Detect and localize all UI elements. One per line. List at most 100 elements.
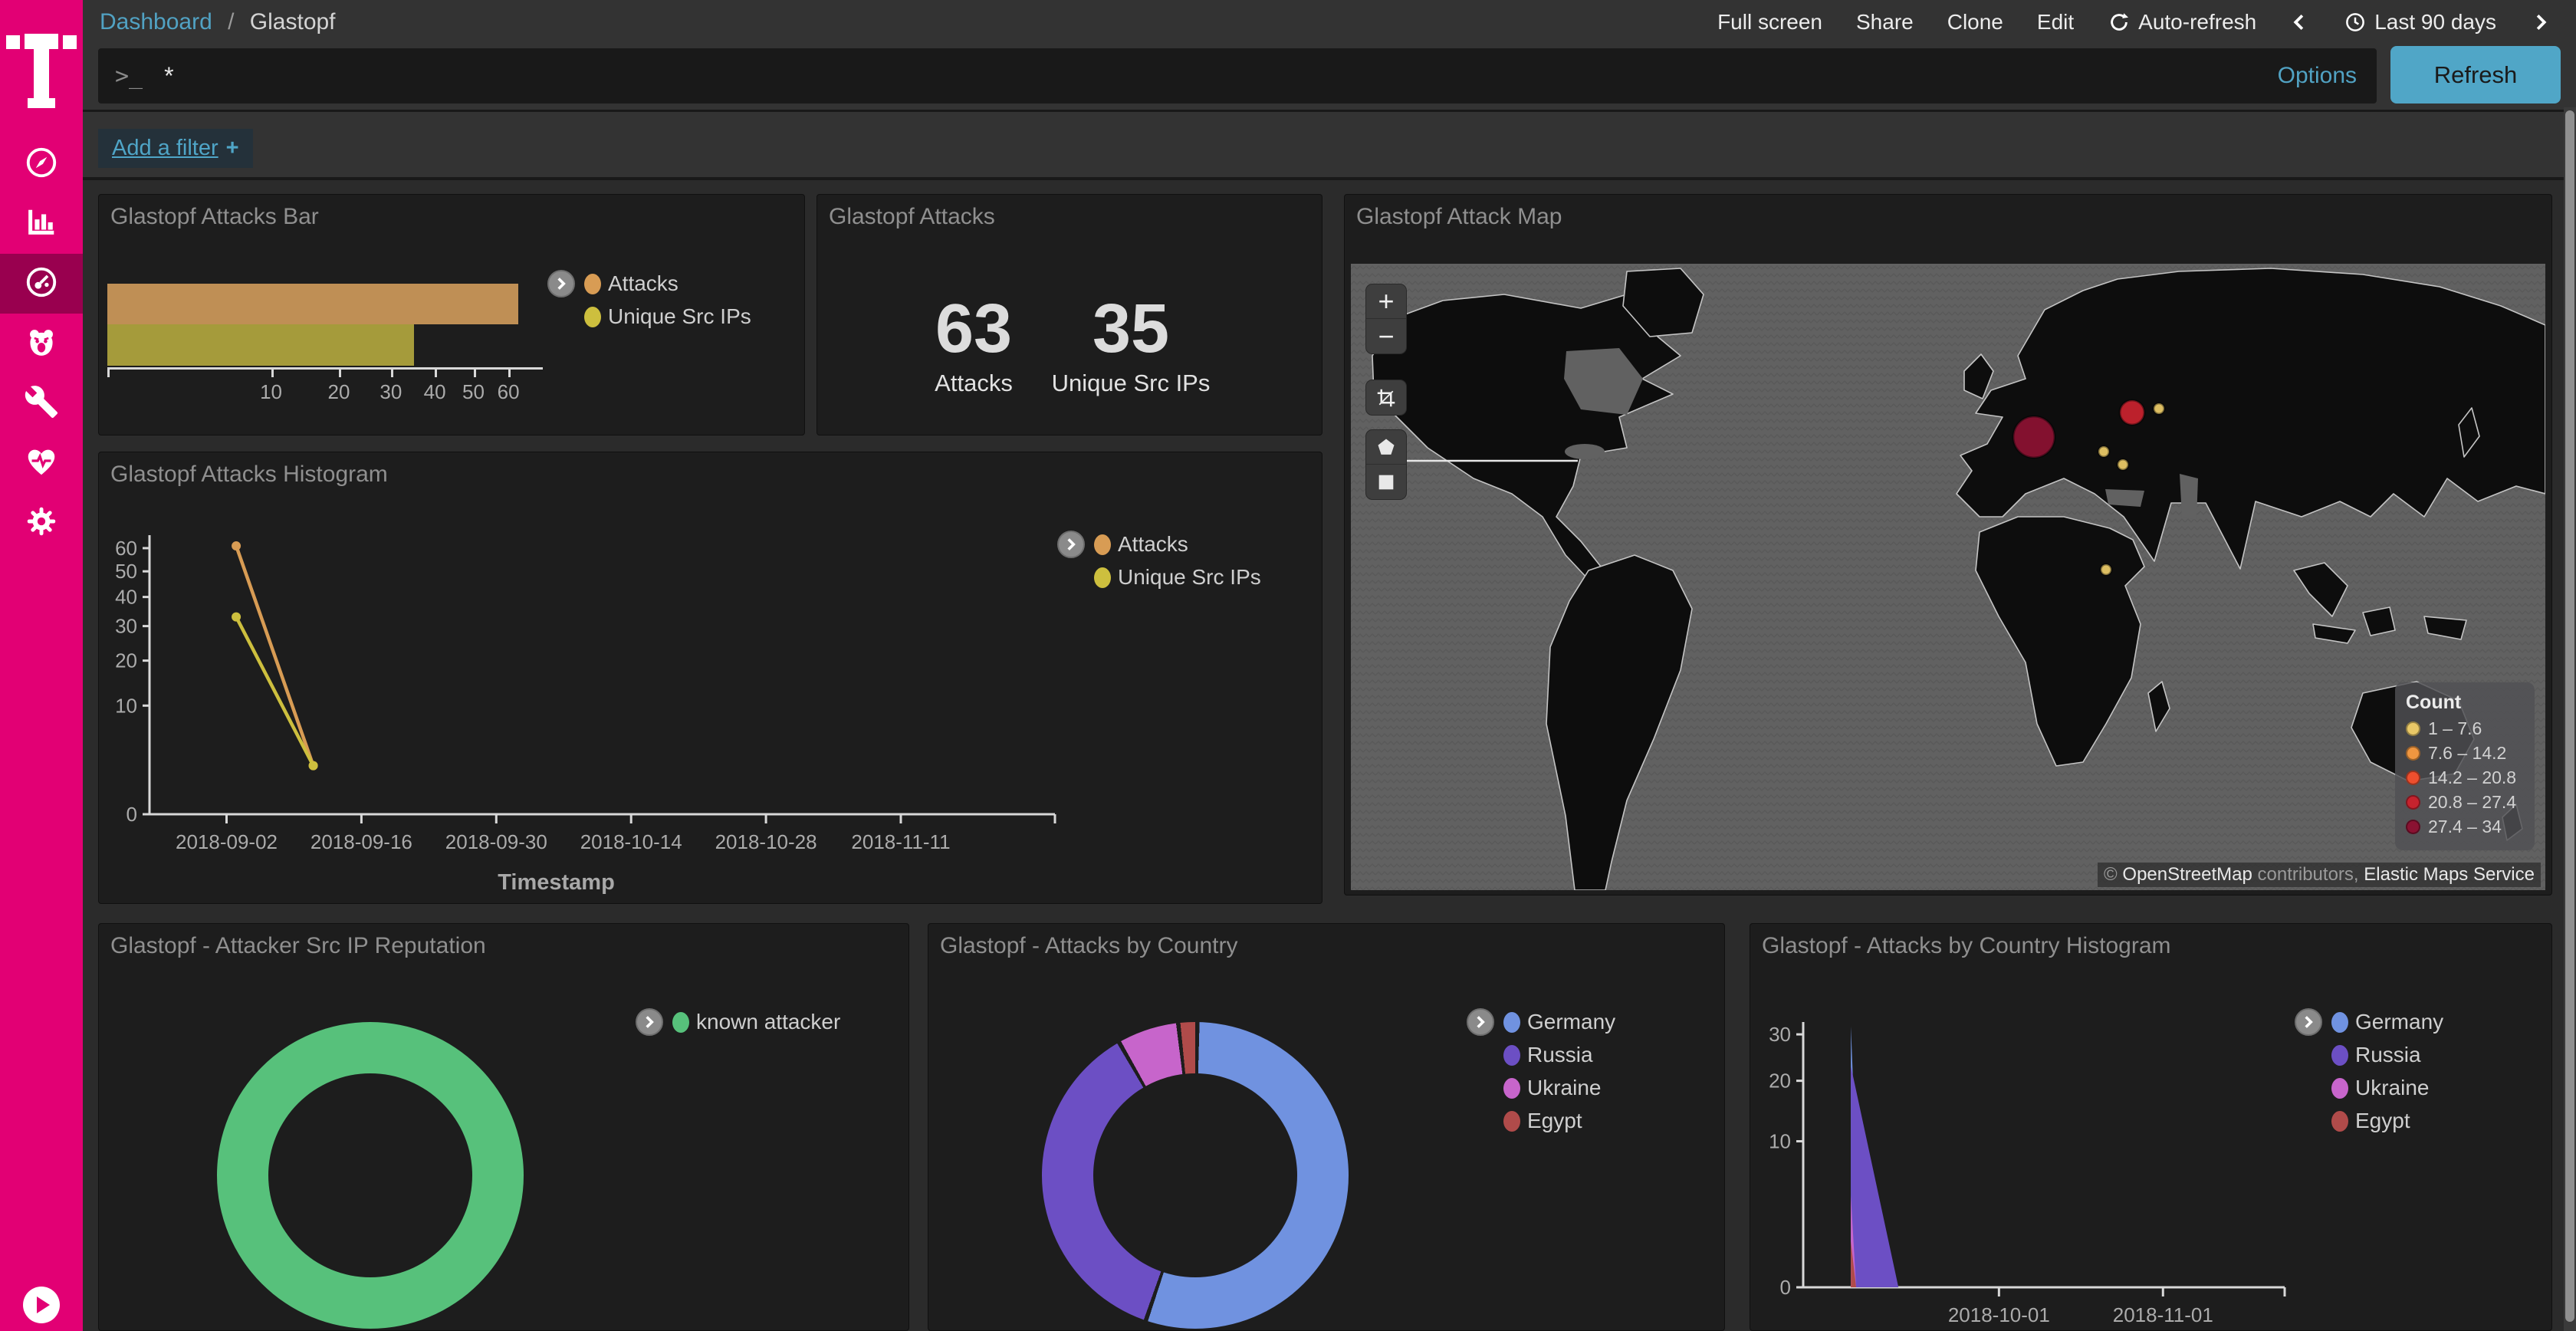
map-fit-control	[1366, 380, 1406, 415]
time-picker-button[interactable]: Last 90 days	[2344, 10, 2496, 35]
map-legend-range-label: 20.8 – 27.4	[2428, 792, 2516, 813]
header-divider	[83, 177, 2576, 180]
sidebar-item-discover[interactable]	[0, 134, 83, 194]
auto-refresh-button[interactable]: Auto-refresh	[2108, 10, 2256, 35]
legend-item-russia[interactable]: Russia	[1503, 1043, 1615, 1067]
legend-toggle-chevron-icon[interactable]	[2295, 1008, 2322, 1036]
sidebar-item-monitoring[interactable]	[0, 433, 83, 493]
legend-color-dot	[584, 307, 601, 327]
legend-item-unique-src-ips[interactable]: Unique Src IPs	[1094, 565, 1261, 590]
query-bar[interactable]: >_ * Options	[98, 48, 2377, 104]
breadcrumb-current: Glastopf	[250, 9, 336, 35]
map-legend-item: 1 – 7.6	[2406, 718, 2524, 739]
legend-items: Germany Russia Ukraine Egypt	[2331, 1010, 2443, 1133]
compass-icon	[24, 145, 59, 184]
share-button[interactable]: Share	[1856, 10, 1914, 35]
time-back-button[interactable]	[2290, 12, 2310, 32]
scrollbar-thumb[interactable]	[2565, 110, 2574, 1322]
page-scrollbar[interactable]	[2564, 107, 2576, 1331]
legend-item-germany[interactable]: Germany	[2331, 1010, 2443, 1034]
donut-chart[interactable]	[217, 1022, 524, 1329]
sidebar-item-timelion[interactable]	[0, 314, 83, 373]
svg-text:2018-11-01: 2018-11-01	[2113, 1303, 2213, 1326]
svg-text:10: 10	[1769, 1130, 1791, 1153]
openstreetmap-link[interactable]: OpenStreetMap	[2122, 864, 2252, 885]
breadcrumb-dashboard-link[interactable]: Dashboard	[100, 9, 212, 35]
svg-text:0: 0	[1780, 1276, 1791, 1299]
map-attribution: © OpenStreetMap contributors, Elastic Ma…	[2098, 863, 2541, 887]
legend-toggle-chevron-icon[interactable]	[1057, 531, 1085, 558]
legend-items: Attacks Unique Src IPs	[584, 271, 751, 329]
telekom-logo-dot	[63, 35, 77, 49]
legend-item-ukraine[interactable]: Ukraine	[1503, 1076, 1615, 1100]
sidebar-item-visualize[interactable]	[0, 194, 83, 254]
data-point[interactable]	[232, 541, 241, 550]
sidebar-expand-button[interactable]	[23, 1287, 60, 1323]
svg-text:60: 60	[115, 537, 137, 560]
data-point[interactable]	[232, 613, 241, 622]
add-filter-button[interactable]: Add a filter+	[98, 129, 253, 168]
elastic-maps-service-link[interactable]: Elastic Maps Service	[2364, 864, 2535, 885]
x-axis-tick	[474, 367, 476, 377]
legend-item-egypt[interactable]: Egypt	[2331, 1109, 2443, 1133]
area-series-russia[interactable]	[1851, 1066, 1898, 1287]
legend-toggle-chevron-icon[interactable]	[1467, 1008, 1494, 1036]
sidebar-item-dev-tools[interactable]	[0, 373, 83, 433]
panel-title: Glastopf - Attacks by Country	[940, 933, 1238, 959]
full-screen-button[interactable]: Full screen	[1717, 10, 1822, 35]
world-map-canvas[interactable]: + − Count 1 – 7.67.6 – 14.214.2 – 20.820…	[1351, 264, 2545, 890]
edit-button[interactable]: Edit	[2037, 10, 2074, 35]
map-legend-range-label: 7.6 – 14.2	[2428, 743, 2506, 764]
legend-items: Germany Russia Ukraine Egypt	[1503, 1010, 1615, 1133]
time-forward-button[interactable]	[2530, 12, 2550, 32]
legend-item-unique-src-ips[interactable]: Unique Src IPs	[584, 304, 751, 329]
legend-item-russia[interactable]: Russia	[2331, 1043, 2443, 1067]
map-zoom-out-button[interactable]: −	[1366, 319, 1406, 353]
refresh-button[interactable]: Refresh	[2390, 46, 2561, 104]
sidebar-item-management[interactable]	[0, 493, 83, 553]
svg-text:2018-09-16: 2018-09-16	[310, 830, 412, 853]
line-series-attacks[interactable]	[236, 546, 314, 766]
metric-label: Attacks	[889, 370, 1058, 397]
legend-items: known attacker	[672, 1010, 840, 1034]
telekom-logo[interactable]	[0, 0, 83, 134]
top-nav: Dashboard / Glastopf Full screen Share C…	[83, 0, 2576, 44]
map-zoom-in-button[interactable]: +	[1366, 284, 1406, 319]
legend-color-dot	[1503, 1078, 1520, 1099]
legend-item-germany[interactable]: Germany	[1503, 1010, 1615, 1034]
sidebar-item-dashboard[interactable]	[0, 254, 83, 314]
legend-item-egypt[interactable]: Egypt	[1503, 1109, 1615, 1133]
attack-location-dot	[2098, 446, 2109, 457]
query-options-link[interactable]: Options	[2278, 63, 2357, 89]
data-point[interactable]	[309, 761, 318, 771]
line-series-unique-src-ips[interactable]	[236, 617, 314, 766]
map-legend-color-dot	[2406, 820, 2420, 834]
x-tick-label: 30	[380, 380, 402, 404]
map-crop-button[interactable]	[1366, 380, 1406, 415]
bar-unique-src-ips[interactable]	[107, 324, 414, 366]
map-legend-item: 27.4 – 34	[2406, 817, 2524, 837]
map-rectangle-draw-button[interactable]	[1366, 465, 1406, 499]
chart-legend: Attacks Unique Src IPs	[1057, 532, 1261, 590]
metric-label: Unique Src IPs	[1046, 370, 1215, 397]
metric-value: 35	[1046, 294, 1215, 363]
svg-text:50: 50	[115, 560, 137, 583]
x-axis-tick	[435, 367, 437, 377]
legend-item-ukraine[interactable]: Ukraine	[2331, 1076, 2443, 1100]
panel-attacks-by-country: Glastopf - Attacks by Country Germany Rus…	[928, 923, 1725, 1331]
donut-chart[interactable]	[1042, 1022, 1349, 1329]
x-tick-label: 20	[328, 380, 350, 404]
map-polygon-draw-button[interactable]	[1366, 430, 1406, 465]
legend-item-label: known attacker	[696, 1010, 840, 1034]
x-axis-tick	[107, 367, 110, 377]
legend-toggle-chevron-icon[interactable]	[636, 1008, 663, 1036]
legend-item-attacks[interactable]: Attacks	[584, 271, 751, 296]
legend-item-known-attacker[interactable]: known attacker	[672, 1010, 840, 1034]
panel-attacks-metric: Glastopf Attacks 63 Attacks 35 Unique Sr…	[816, 194, 1322, 435]
query-input[interactable]: *	[164, 62, 2277, 90]
clone-button[interactable]: Clone	[1947, 10, 2003, 35]
legend-item-attacks[interactable]: Attacks	[1094, 532, 1261, 557]
legend-toggle-chevron-icon[interactable]	[547, 270, 575, 297]
bar-attacks[interactable]	[107, 284, 518, 324]
legend-color-dot	[2331, 1078, 2348, 1099]
